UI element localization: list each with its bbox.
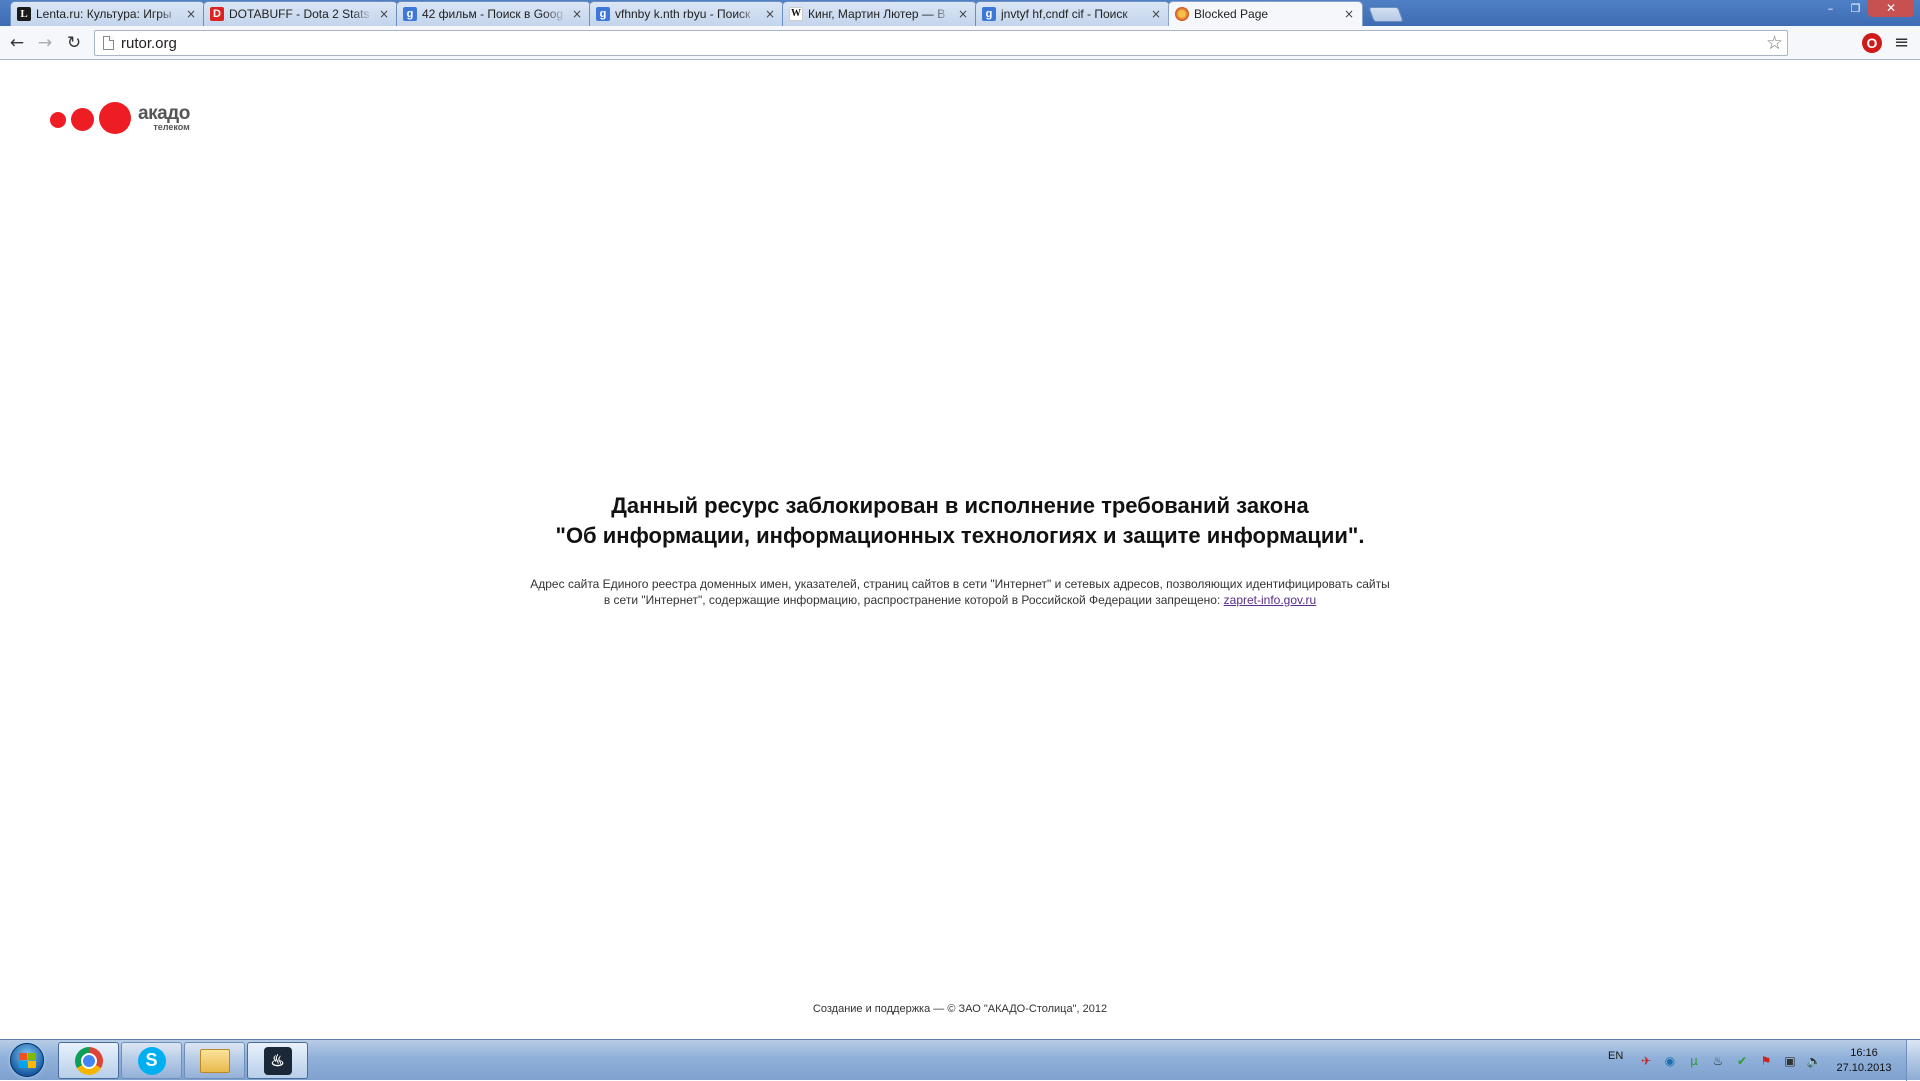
clock-time: 16:16: [1850, 1047, 1878, 1059]
blocked-headline: Данный ресурс заблокирован в исполнение …: [0, 491, 1920, 551]
tab-title: DOTABUFF - Dota 2 Stats: [229, 7, 370, 21]
clock[interactable]: 16:16 27.10.2013: [1836, 1046, 1892, 1076]
back-button[interactable]: ←: [6, 32, 28, 54]
tab-6[interactable]: Blocked Page ×: [1168, 1, 1363, 26]
bookmark-star-icon[interactable]: ☆: [1766, 32, 1783, 54]
windows-logo-icon: [10, 1043, 44, 1077]
page-icon: [103, 36, 114, 50]
folder-icon: [199, 1048, 230, 1073]
windows-taskbar: S ♨ EN ✈ ◉ µ ♨ ✔ ⚑ ▣ 🔈 16:16 27.10.2013: [0, 1039, 1920, 1081]
minimize-button[interactable]: –: [1818, 0, 1843, 17]
tab-favicon-icon: [1175, 7, 1189, 21]
show-desktop-button[interactable]: [1906, 1040, 1920, 1081]
tab-0[interactable]: L Lenta.ru: Культура: Игры ×: [10, 1, 205, 26]
tab-title: Кинг, Мартин Лютер — В: [808, 7, 946, 21]
notice-line-2-text: в сети "Интернет", содержащие информацию…: [603, 593, 1221, 607]
taskbar-chrome-button[interactable]: [58, 1042, 119, 1079]
tab-favicon-icon: D: [210, 7, 224, 21]
tab-5[interactable]: g jnvtyf hf,cndf cif - Поиск ×: [975, 1, 1170, 26]
tray-app-icon-2[interactable]: ◉: [1662, 1053, 1678, 1069]
chrome-menu-icon[interactable]: ≡: [1894, 32, 1909, 54]
logo-subtitle: телеком: [153, 122, 190, 132]
page-content: акадо телеком Данный ресурс заблокирован…: [0, 61, 1920, 1039]
browser-tab-strip: L Lenta.ru: Культура: Игры × D DOTABUFF - Do…: [0, 0, 1920, 26]
opera-extension-icon[interactable]: O: [1862, 33, 1882, 53]
zapret-info-link[interactable]: zapret-info.gov.ru: [1224, 593, 1317, 607]
network-icon[interactable]: ▣: [1782, 1053, 1798, 1069]
maximize-button[interactable]: ❐: [1843, 0, 1868, 17]
tab-title: Blocked Page: [1194, 7, 1269, 21]
logo-dot-large: [99, 102, 131, 134]
skype-icon: S: [137, 1046, 166, 1075]
tab-favicon-icon: g: [982, 7, 996, 21]
tab-favicon-icon: L: [17, 7, 31, 21]
tab-1[interactable]: D DOTABUFF - Dota 2 Stats ×: [203, 1, 398, 26]
tab-title: jnvtyf hf,cndf cif - Поиск: [1001, 7, 1128, 21]
taskbar-skype-button[interactable]: S: [121, 1042, 182, 1079]
new-tab-button[interactable]: [1368, 7, 1404, 22]
action-center-icon[interactable]: ⚑: [1758, 1053, 1774, 1069]
address-bar[interactable]: rutor.org ☆: [94, 30, 1788, 56]
browser-toolbar: ← → ↻ rutor.org ☆ O ≡: [0, 26, 1920, 60]
system-tray: EN ✈ ◉ µ ♨ ✔ ⚑ ▣ 🔈 16:16 27.10.2013: [1600, 1040, 1920, 1081]
security-check-icon[interactable]: ✔: [1734, 1053, 1750, 1069]
tab-close-icon[interactable]: ×: [377, 7, 391, 21]
logo-dot-medium: [71, 108, 94, 131]
headline-line-2: "Об информации, информационных технологи…: [555, 523, 1365, 548]
close-window-button[interactable]: ✕: [1868, 0, 1914, 17]
language-indicator[interactable]: EN: [1608, 1050, 1623, 1062]
tab-list: L Lenta.ru: Культура: Игры × D DOTABUFF - Do…: [10, 1, 1404, 26]
tab-favicon-icon: g: [403, 7, 417, 21]
volume-icon[interactable]: 🔈: [1806, 1053, 1822, 1069]
reload-button[interactable]: ↻: [63, 32, 85, 54]
tab-close-icon[interactable]: ×: [1342, 7, 1356, 21]
tab-close-icon[interactable]: ×: [763, 7, 777, 21]
logo-dot-small: [50, 112, 66, 128]
tab-favicon-icon: W: [789, 7, 803, 21]
taskbar-steam-button[interactable]: ♨: [247, 1042, 308, 1079]
tab-favicon-icon: g: [596, 7, 610, 21]
tab-title: vfhnby k.nth rbyu - Поиск: [615, 7, 751, 21]
headline-line-1: Данный ресурс заблокирован в исполнение …: [611, 493, 1309, 518]
tab-close-icon[interactable]: ×: [184, 7, 198, 21]
registry-notice: Адрес сайта Единого реестра доменных име…: [0, 576, 1920, 608]
notice-line-1: Адрес сайта Единого реестра доменных име…: [530, 577, 1390, 591]
url-text[interactable]: rutor.org: [121, 35, 177, 52]
start-button[interactable]: [4, 1041, 50, 1079]
tab-close-icon[interactable]: ×: [956, 7, 970, 21]
tab-4[interactable]: W Кинг, Мартин Лютер — В ×: [782, 1, 977, 26]
tray-app-icon-1[interactable]: ✈: [1638, 1053, 1654, 1069]
page-footer: Создание и поддержка — © ЗАО "АКАДО-Стол…: [812, 1003, 1108, 1015]
tab-title: Lenta.ru: Культура: Игры: [36, 7, 172, 21]
notice-line-2: в сети "Интернет", содержащие информацию…: [0, 592, 1920, 608]
tab-3[interactable]: g vfhnby k.nth rbyu - Поиск ×: [589, 1, 784, 26]
forward-button[interactable]: →: [34, 32, 56, 54]
taskbar-explorer-button[interactable]: [184, 1042, 245, 1079]
window-controls: – ❐ ✕: [1818, 0, 1914, 17]
tab-2[interactable]: g 42 фильм - Поиск в Goog ×: [396, 1, 591, 26]
logo-word: акадо: [138, 103, 190, 124]
tab-title: 42 фильм - Поиск в Goog: [422, 7, 564, 21]
akado-logo[interactable]: акадо телеком: [50, 102, 190, 134]
steam-tray-icon[interactable]: ♨: [1710, 1053, 1726, 1069]
tray-icons: ✈ ◉ µ ♨ ✔ ⚑ ▣ 🔈: [1638, 1053, 1830, 1069]
utorrent-icon[interactable]: µ: [1686, 1053, 1702, 1069]
logo-text: акадо телеком: [138, 103, 190, 132]
clock-date: 27.10.2013: [1836, 1062, 1892, 1074]
tab-close-icon[interactable]: ×: [1149, 7, 1163, 21]
steam-icon: ♨: [263, 1046, 292, 1075]
tab-close-icon[interactable]: ×: [570, 7, 584, 21]
chrome-icon: [74, 1046, 103, 1075]
